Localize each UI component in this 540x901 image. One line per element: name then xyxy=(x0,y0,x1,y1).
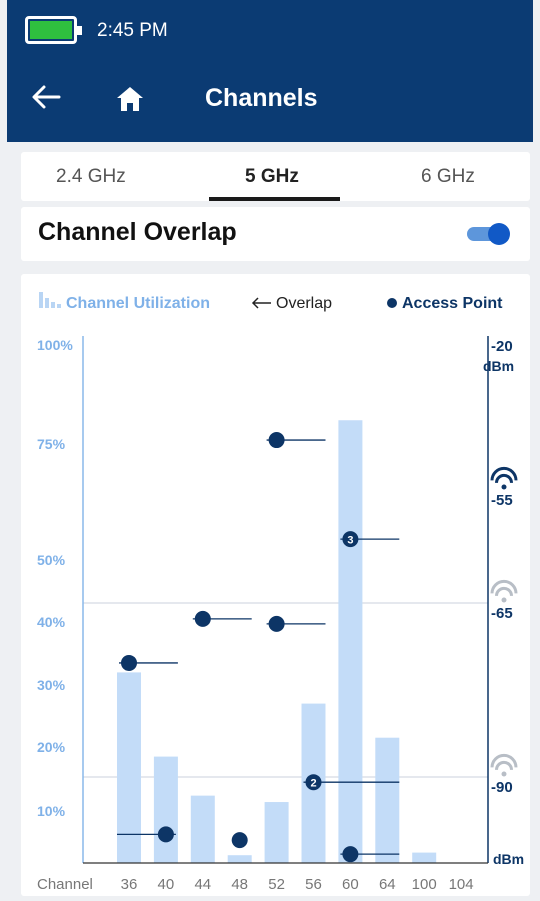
status-time: 2:45 PM xyxy=(97,20,168,41)
legend-overlap: Overlap xyxy=(251,295,332,312)
access-point-dot xyxy=(157,826,174,843)
wifi-signal-icon xyxy=(490,466,518,490)
dot-icon xyxy=(387,298,397,308)
band-tabs: 2.4 GHz 5 GHz 6 GHz xyxy=(21,152,530,201)
home-icon xyxy=(117,87,143,111)
battery-full-icon xyxy=(25,16,82,44)
access-point-dot xyxy=(194,610,211,627)
legend-access-point: Access Point xyxy=(387,295,503,312)
signal-tick-label: -90 xyxy=(491,779,513,796)
tab-2-4ghz[interactable]: 2.4 GHz xyxy=(56,166,126,188)
y-tick-label: 10% xyxy=(37,803,66,819)
x-tick-label: 52 xyxy=(268,876,285,893)
x-tick-label: 48 xyxy=(231,876,248,893)
arrow-left-icon xyxy=(32,85,61,109)
arrow-left-icon xyxy=(251,297,271,309)
channel-chart-card: Channel Utilization Overlap Access Point… xyxy=(21,274,530,896)
signal-top-label: -20 xyxy=(491,338,513,355)
x-tick-label: 64 xyxy=(379,876,396,893)
legend-utilization: Channel Utilization xyxy=(39,292,210,312)
x-tick-label: 40 xyxy=(158,876,175,893)
signal-top-unit: dBm xyxy=(483,358,514,374)
signal-tick-label: -65 xyxy=(491,605,513,622)
x-tick-label: 104 xyxy=(449,876,474,893)
access-point-dot xyxy=(231,832,248,849)
back-button[interactable] xyxy=(29,82,65,112)
access-point-dot xyxy=(268,432,285,449)
utilization-bar xyxy=(338,420,363,863)
access-point-dot xyxy=(268,615,285,632)
utilization-bar xyxy=(412,852,437,863)
y-tick-label: 75% xyxy=(37,436,66,452)
wifi-signal-icon xyxy=(490,579,518,603)
y-tick-label: 40% xyxy=(37,614,66,630)
page-title: Channels xyxy=(205,84,318,112)
tab-6ghz[interactable]: 6 GHz xyxy=(421,166,475,188)
access-point-dot xyxy=(342,846,359,863)
y-tick-label: 20% xyxy=(37,739,66,755)
channel-overlap-row: Channel Overlap xyxy=(21,207,530,261)
x-tick-label: 44 xyxy=(194,876,211,893)
y-tick-label: 50% xyxy=(37,552,66,568)
y-tick-label: 30% xyxy=(37,677,66,693)
utilization-bar xyxy=(227,855,252,863)
x-tick-label: 36 xyxy=(121,876,138,893)
wifi-signal-icon xyxy=(490,753,518,777)
access-point-dot xyxy=(121,654,137,671)
signal-tick-label: -55 xyxy=(491,492,513,509)
app-bar: 2:45 PM Channels xyxy=(7,0,533,142)
legend-access-point-label: Access Point xyxy=(402,295,503,312)
bar-chart-icon xyxy=(39,292,61,308)
utilization-bar xyxy=(153,756,178,863)
home-button[interactable] xyxy=(114,84,146,114)
signal-bottom-unit: dBm xyxy=(493,851,524,867)
tab-5ghz[interactable]: 5 GHz xyxy=(245,166,299,188)
channel-overlap-toggle[interactable] xyxy=(467,221,511,247)
access-point-count: 2 xyxy=(310,778,316,790)
x-axis-label: Channel xyxy=(37,876,93,893)
legend-overlap-label: Overlap xyxy=(276,295,332,312)
access-point-count: 3 xyxy=(347,535,353,547)
y-tick-label: 100% xyxy=(37,337,73,353)
channel-chart: Channel Utilization Overlap Access Point… xyxy=(37,292,524,893)
x-tick-label: 56 xyxy=(305,876,322,893)
plot-area: 100% 75% 50% 40% 30% 20% 10% -20 dBm dBm -55 -65 -90… xyxy=(37,336,524,893)
channel-overlap-label: Channel Overlap xyxy=(38,218,237,246)
utilization-bar xyxy=(375,737,400,863)
utilization-bar xyxy=(264,802,289,863)
active-tab-indicator xyxy=(209,197,340,201)
x-tick-label: 60 xyxy=(342,876,359,893)
legend-utilization-label: Channel Utilization xyxy=(66,295,210,312)
utilization-bar xyxy=(190,795,215,863)
x-tick-label: 100 xyxy=(412,876,437,893)
